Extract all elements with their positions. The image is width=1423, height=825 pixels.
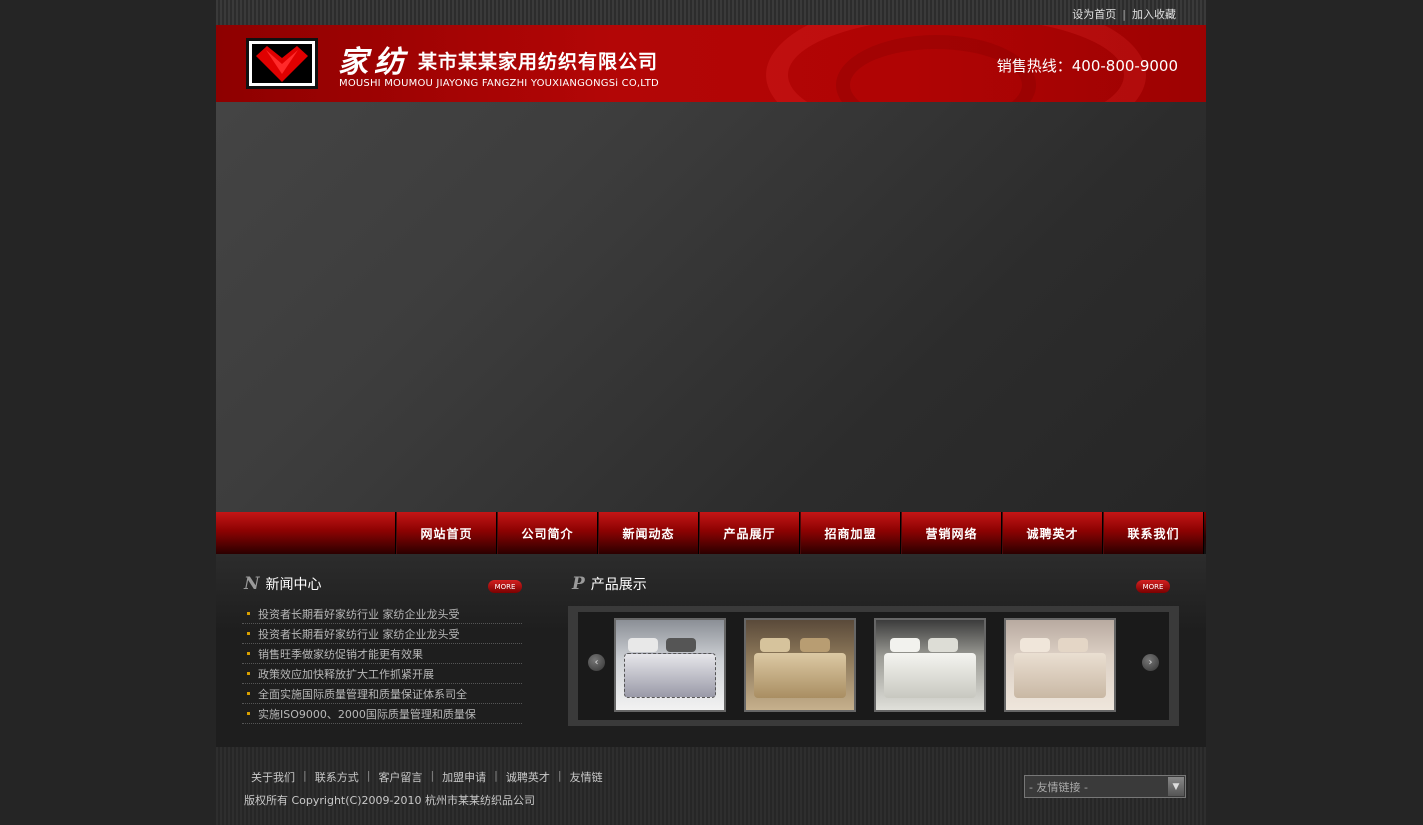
friend-links-select[interactable]: - 友情链接 - ▼ — [1024, 775, 1186, 798]
top-bar: 设为首页 | 加入收藏 — [216, 0, 1206, 25]
footer-separator: | — [557, 769, 562, 782]
footer: 关于我们 | 联系方式 | 客户留言 | 加盟申请 | 诚聘英才 | 友情链 版… — [216, 747, 1206, 825]
nav-item-news[interactable]: 新闻动态 — [598, 512, 699, 554]
footer-separator: | — [430, 769, 435, 782]
copyright: 版权所有 Copyright(C)2009-2010 杭州市某某纺织品公司 — [244, 794, 535, 807]
nav-item-jobs[interactable]: 诚聘英才 — [1002, 512, 1103, 554]
nav-item-about[interactable]: 公司简介 — [497, 512, 598, 554]
friend-links-selected: - 友情链接 - — [1029, 780, 1088, 794]
news-item-title: 政策效应加快释放扩大工作抓紧开展 — [258, 667, 434, 681]
news-item-title: 投资者长期看好家纺行业 家纺企业龙头受 — [258, 607, 460, 621]
main-nav: 网站首页 公司简介 新闻动态 产品展厅 招商加盟 营销网络 诚聘英才 联系我们 — [216, 512, 1206, 554]
product-carousel: ‹ › — [568, 606, 1179, 726]
nav-item-contact[interactable]: 联系我们 — [1103, 512, 1204, 554]
bullet-icon — [247, 632, 250, 635]
news-item-title: 实施ISO9000、2000国际质量管理和质量保 — [258, 707, 476, 721]
product-thumb[interactable] — [1004, 618, 1116, 712]
products-more-button[interactable]: MORE — [1136, 580, 1170, 593]
footer-link-jobs[interactable]: 诚聘英才 — [506, 769, 550, 785]
news-item-title: 销售旺季做家纺促销才能更有效果 — [258, 647, 423, 661]
bullet-icon — [247, 712, 250, 715]
footer-link-contact[interactable]: 联系方式 — [315, 769, 359, 785]
news-more-button[interactable]: MORE — [488, 580, 522, 593]
company-name-en: MOUSHI MOUMOU JIAYONG FANGZHI YOUXIANGON… — [339, 78, 659, 89]
banner — [216, 102, 1206, 512]
brand-calligraphy: 家纺 — [338, 45, 410, 80]
footer-separator: | — [494, 769, 498, 782]
news-item[interactable]: 投资者长期看好家纺行业 家纺企业龙头受 — [242, 604, 522, 624]
set-homepage-link[interactable]: 设为首页 — [1072, 6, 1116, 22]
news-item[interactable]: 全面实施国际质量管理和质量保证体系司全 — [242, 684, 522, 704]
footer-link-friends[interactable]: 友情链 — [570, 769, 603, 785]
carousel-next-icon[interactable]: › — [1142, 654, 1159, 671]
products-letter-icon: P — [572, 574, 585, 594]
nav-item-network[interactable]: 营销网络 — [901, 512, 1002, 554]
footer-links: 关于我们 | 联系方式 | 客户留言 | 加盟申请 | 诚聘英才 | 友情链 — [251, 769, 603, 785]
bullet-icon — [247, 692, 250, 695]
news-title: 新闻中心 — [265, 577, 322, 593]
news-item[interactable]: 销售旺季做家纺促销才能更有效果 — [242, 644, 522, 664]
top-links-separator: | — [1122, 7, 1126, 21]
products-section-title: P 产品展示 — [572, 574, 647, 594]
header: 家纺 某市某某家用纺织有限公司 MOUSHI MOUMOU JIAYONG FA… — [216, 25, 1206, 102]
news-item[interactable]: 实施ISO9000、2000国际质量管理和质量保 — [242, 704, 522, 724]
footer-link-message[interactable]: 客户留言 — [378, 769, 422, 785]
bullet-icon — [247, 672, 250, 675]
chevron-down-icon: ▼ — [1168, 777, 1184, 796]
carousel-prev-icon[interactable]: ‹ — [588, 654, 605, 671]
content-area: N 新闻中心 MORE 投资者长期看好家纺行业 家纺企业龙头受 投资者长期看好家… — [216, 554, 1206, 747]
product-thumb[interactable] — [744, 618, 856, 712]
add-favorite-link[interactable]: 加入收藏 — [1132, 6, 1176, 22]
logo[interactable] — [246, 38, 318, 89]
product-thumb[interactable] — [614, 618, 726, 712]
news-section-title: N 新闻中心 — [244, 574, 322, 594]
products-title: 产品展示 — [590, 577, 647, 593]
nav-item-franchise[interactable]: 招商加盟 — [800, 512, 901, 554]
news-item-title: 全面实施国际质量管理和质量保证体系司全 — [258, 687, 467, 701]
news-letter-icon: N — [244, 574, 260, 594]
footer-separator: | — [303, 769, 307, 782]
footer-link-about[interactable]: 关于我们 — [251, 769, 295, 785]
nav-item-products[interactable]: 产品展厅 — [699, 512, 800, 554]
nav-item-home[interactable]: 网站首页 — [396, 512, 497, 554]
news-item[interactable]: 政策效应加快释放扩大工作抓紧开展 — [242, 664, 522, 684]
news-list: 投资者长期看好家纺行业 家纺企业龙头受 投资者长期看好家纺行业 家纺企业龙头受 … — [242, 604, 522, 724]
company-name: 某市某某家用纺织有限公司 — [418, 51, 659, 73]
news-item[interactable]: 投资者长期看好家纺行业 家纺企业龙头受 — [242, 624, 522, 644]
footer-link-franchise[interactable]: 加盟申请 — [442, 769, 486, 785]
bullet-icon — [247, 652, 250, 655]
footer-separator: | — [366, 769, 371, 782]
news-item-title: 投资者长期看好家纺行业 家纺企业龙头受 — [258, 627, 460, 641]
sales-hotline: 销售热线：400-800-9000 — [996, 57, 1178, 75]
top-links: 设为首页 | 加入收藏 — [1072, 6, 1176, 22]
bullet-icon — [247, 612, 250, 615]
product-thumb[interactable] — [874, 618, 986, 712]
nav-lead-block — [216, 512, 396, 554]
page: 设为首页 | 加入收藏 家纺 某市某某家用纺织有限公司 MOUSHI MOUMO… — [216, 0, 1206, 825]
logo-diamond-icon — [256, 45, 308, 82]
